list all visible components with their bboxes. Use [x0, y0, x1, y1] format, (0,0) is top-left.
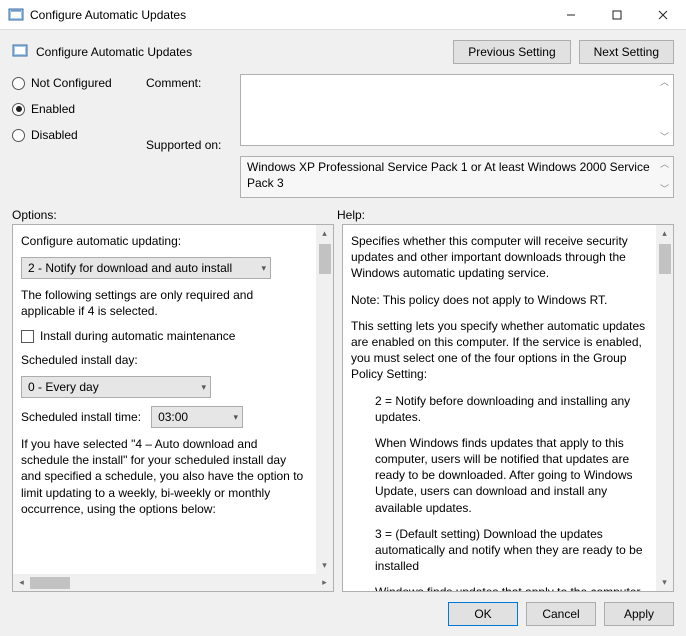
scroll-up-icon: ▴: [662, 225, 667, 242]
supported-on-field: Windows XP Professional Service Pack 1 o…: [240, 156, 674, 198]
options-pane: Configure automatic updating: 2 - Notify…: [12, 224, 334, 592]
options-tail-note: If you have selected "4 – Auto download …: [21, 436, 306, 517]
scheduled-day-dropdown[interactable]: 0 - Every day ▾: [21, 376, 211, 398]
scroll-down-icon: ▾: [662, 574, 667, 591]
help-text: Note: This policy does not apply to Wind…: [351, 292, 646, 308]
previous-setting-button[interactable]: Previous Setting: [453, 40, 570, 64]
scroll-up-icon: ︿: [660, 78, 669, 87]
options-scrollbar-vertical[interactable]: ▴ ▾: [316, 225, 333, 574]
policy-icon: [8, 7, 24, 23]
scheduled-time-label: Scheduled install time:: [21, 409, 141, 425]
help-label: Help:: [337, 208, 365, 222]
chevron-down-icon: ▾: [261, 262, 266, 274]
cancel-button[interactable]: Cancel: [526, 602, 596, 626]
scroll-down-icon: ▾: [322, 557, 327, 574]
scroll-up-icon: ▴: [322, 225, 327, 242]
help-text: 3 = (Default setting) Download the updat…: [351, 526, 646, 575]
comment-textarea[interactable]: ︿﹀: [240, 74, 674, 146]
minimize-button[interactable]: [548, 0, 594, 30]
required-note: The following settings are only required…: [21, 287, 306, 319]
scrollbar-thumb[interactable]: [659, 244, 671, 274]
radio-disabled[interactable]: Disabled: [12, 128, 142, 142]
scroll-left-icon: ◂: [13, 574, 30, 591]
apply-button[interactable]: Apply: [604, 602, 674, 626]
next-setting-button[interactable]: Next Setting: [579, 40, 674, 64]
policy-icon: [12, 43, 28, 62]
scheduled-day-label: Scheduled install day:: [21, 352, 306, 368]
configure-updating-label: Configure automatic updating:: [21, 233, 306, 249]
ok-button[interactable]: OK: [448, 602, 518, 626]
header-row: Configure Automatic Updates Previous Set…: [0, 30, 686, 70]
scrollbar-thumb[interactable]: [319, 244, 331, 274]
scheduled-time-dropdown[interactable]: 03:00 ▾: [151, 406, 243, 428]
close-button[interactable]: [640, 0, 686, 30]
dropdown-value: 2 - Notify for download and auto install: [28, 260, 232, 276]
radio-enabled[interactable]: Enabled: [12, 102, 142, 116]
options-scrollbar-horizontal[interactable]: ◂ ▸: [13, 574, 333, 591]
supported-label: Supported on:: [146, 138, 236, 152]
scrollbar-thumb[interactable]: [30, 577, 70, 589]
scroll-down-icon: ﹀: [660, 133, 669, 142]
install-during-maintenance-checkbox[interactable]: Install during automatic maintenance: [21, 328, 306, 344]
help-text: This setting lets you specify whether au…: [351, 318, 646, 383]
dropdown-value: 03:00: [158, 409, 188, 425]
radio-icon: [12, 129, 25, 142]
configure-updating-dropdown[interactable]: 2 - Notify for download and auto install…: [21, 257, 271, 279]
comment-label: Comment:: [146, 76, 236, 90]
help-pane: Specifies whether this computer will rec…: [342, 224, 674, 592]
help-scrollbar-vertical[interactable]: ▴ ▾: [656, 225, 673, 591]
scroll-down-icon: ﹀: [660, 185, 669, 194]
dialog-footer: OK Cancel Apply: [0, 592, 686, 636]
radio-not-configured[interactable]: Not Configured: [12, 76, 142, 90]
checkbox-label: Install during automatic maintenance: [40, 329, 235, 343]
help-text: When Windows finds updates that apply to…: [351, 435, 646, 516]
radio-label: Disabled: [31, 128, 78, 142]
dropdown-value: 0 - Every day: [28, 379, 99, 395]
maximize-button[interactable]: [594, 0, 640, 30]
window-title: Configure Automatic Updates: [30, 8, 548, 22]
supported-on-text: Windows XP Professional Service Pack 1 o…: [247, 160, 650, 190]
checkbox-icon: [21, 330, 34, 343]
state-radio-group: Not Configured Enabled Disabled: [12, 74, 142, 198]
scroll-up-icon: ︿: [660, 160, 669, 169]
titlebar: Configure Automatic Updates: [0, 0, 686, 30]
help-text: Specifies whether this computer will rec…: [351, 233, 646, 282]
chevron-down-icon: ▾: [234, 411, 239, 423]
options-label: Options:: [12, 208, 337, 222]
radio-label: Not Configured: [31, 76, 112, 90]
page-title: Configure Automatic Updates: [36, 45, 192, 59]
radio-label: Enabled: [31, 102, 75, 116]
help-text: 2 = Notify before downloading and instal…: [351, 393, 646, 425]
radio-icon: [12, 77, 25, 90]
scroll-right-icon: ▸: [316, 574, 333, 591]
radio-icon: [12, 103, 25, 116]
chevron-down-icon: ▾: [201, 381, 206, 393]
help-text: Windows finds updates that apply to the …: [351, 584, 646, 591]
